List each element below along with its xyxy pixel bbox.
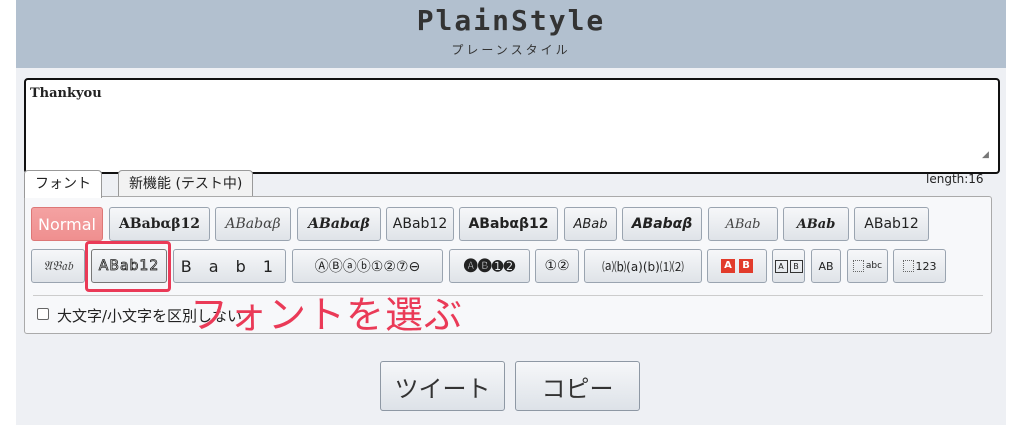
tweet-button[interactable]: ツイート (380, 361, 505, 411)
resize-grip-icon[interactable]: ◢ (982, 150, 992, 160)
copy-button[interactable]: コピー (515, 361, 640, 411)
logo-subtitle: プレーンスタイル (451, 43, 571, 57)
tab-new-features[interactable]: 新機能 (テスト中) (118, 170, 254, 196)
font-sans-bold-button[interactable]: ABabαβ12 (459, 207, 558, 241)
font-double-struck-button[interactable]: ABab12 (854, 207, 929, 241)
font-fraktur-button[interactable]: 𝔄𝔅𝔞𝔟 (31, 249, 85, 283)
font-wide-button[interactable]: A B a b 1 2 (173, 249, 286, 283)
font-script-button[interactable]: ABab (708, 207, 778, 241)
font-negative-circled-button[interactable]: 🅐🅑➊➋ (449, 249, 530, 283)
font-parenthesized-button[interactable]: ⒜⒝(a)(b)⑴⑵ (584, 249, 702, 283)
dotted-box-icon (902, 260, 914, 272)
font-sans-bold-italic-button[interactable]: ABabαβ (622, 207, 702, 241)
logo: PlainStyle (416, 4, 606, 37)
font-small-caps-button[interactable]: AB (811, 249, 841, 283)
page: PlainStyle プレーンスタイル Thankyou ◢ フォント 新機能 … (16, 0, 1006, 425)
squared-b: B (789, 259, 803, 273)
length-counter: length:16 (926, 172, 984, 186)
font-serif-bold-button[interactable]: ABabαβ12 (109, 207, 210, 241)
annotation-highlight-box (85, 241, 171, 292)
case-insensitive-checkbox[interactable] (37, 308, 49, 320)
font-script-bold-button[interactable]: ABab (783, 207, 849, 241)
font-squared-button[interactable]: AB (772, 249, 805, 283)
square-b: B (739, 259, 753, 273)
text-input[interactable]: Thankyou (24, 78, 1000, 174)
header: PlainStyle プレーンスタイル (16, 0, 1006, 68)
font-normal-button[interactable]: Normal (31, 207, 103, 241)
annotation-text: フォントを選ぶ (190, 293, 464, 337)
square-a: A (721, 259, 735, 273)
font-red-square-button[interactable]: AB (707, 249, 767, 283)
divider (33, 295, 983, 296)
font-serif-italic-button[interactable]: ABabαβ (215, 207, 291, 241)
tab-font[interactable]: フォント (24, 170, 102, 198)
font-circled-button[interactable]: ⒶⒷⓐⓑ①②⑦⊖ (292, 249, 443, 283)
font-superscript-button[interactable]: abc (847, 249, 888, 283)
font-subscript-button[interactable]: 123 (893, 249, 946, 283)
font-circled-number-button[interactable]: ①② (535, 249, 579, 283)
dotted-box-icon (852, 260, 864, 272)
font-serif-bold-italic-button[interactable]: ABabαβ (297, 207, 381, 241)
font-sans-button[interactable]: ABab12 (386, 207, 454, 241)
squared-a: A (774, 259, 788, 273)
font-sans-italic-button[interactable]: ABab (564, 207, 617, 241)
